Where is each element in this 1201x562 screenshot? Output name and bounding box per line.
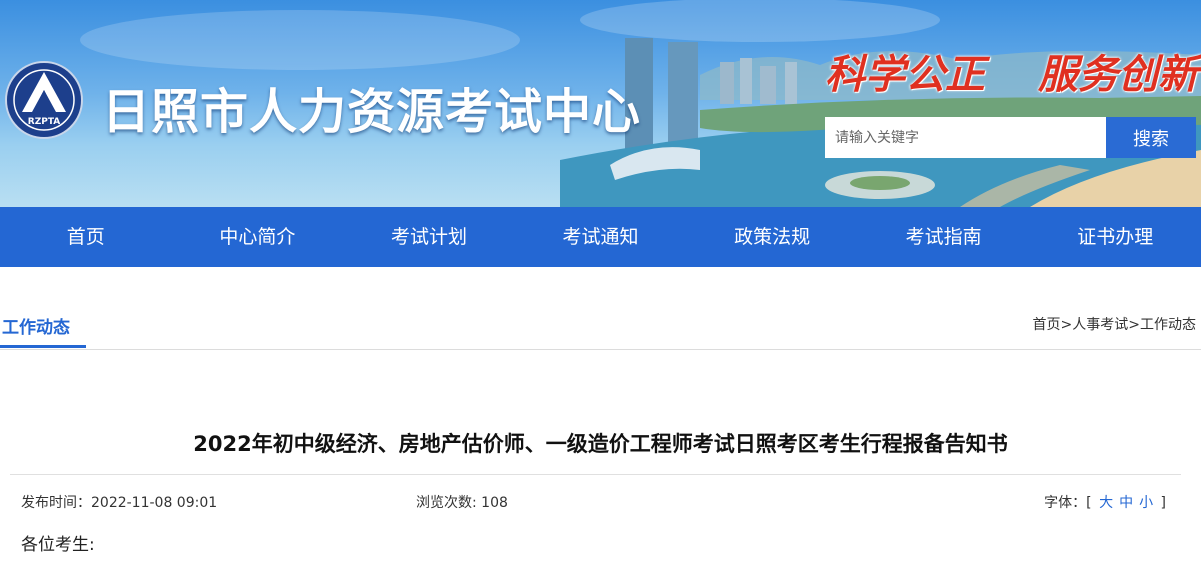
font-large-button[interactable]: 大 — [1099, 495, 1113, 511]
slogan-right: 服务创新 — [1038, 51, 1198, 98]
nav-item-exam-notice[interactable]: 考试通知 — [515, 207, 687, 267]
breadcrumb-home[interactable]: 首页 — [1033, 317, 1061, 333]
nav-item-exam-guide[interactable]: 考试指南 — [858, 207, 1030, 267]
breadcrumb: 首页>人事考试>工作动态 — [1033, 314, 1196, 334]
site-title: 日照市人力资源考试中心 — [102, 84, 642, 140]
font-medium-button[interactable]: 中 — [1119, 495, 1133, 511]
font-size-switcher: 字体：[ 大中小 ] — [1044, 492, 1166, 512]
rzpta-logo: RZPTA — [5, 61, 83, 139]
nav-item-certificate[interactable]: 证书办理 — [1029, 207, 1201, 267]
greeting-text: 各位考生: — [21, 535, 95, 555]
logo-text: RZPTA — [28, 117, 60, 127]
publish-label: 发布时间： — [21, 495, 91, 511]
publish-time: 2022-11-08 09:01 — [91, 495, 218, 511]
font-label: 字体： — [1044, 495, 1087, 511]
publish-info: 发布时间：2022-11-08 09:01 — [21, 492, 217, 512]
header-banner: RZPTA 日照市人力资源考试中心 科学公正 服务创新 搜索 — [0, 0, 1201, 207]
nav-item-exam-plan[interactable]: 考试计划 — [343, 207, 515, 267]
article-title: 2022年初中级经济、房地产估价师、一级造价工程师考试日照考区考生行程报备告知书 — [193, 432, 1008, 456]
search-button[interactable]: 搜索 — [1106, 117, 1196, 158]
main-nav: 首页 中心简介 考试计划 考试通知 政策法规 考试指南 证书办理 — [0, 207, 1201, 267]
breadcrumb-exams[interactable]: 人事考试 — [1072, 317, 1128, 333]
nav-item-home[interactable]: 首页 — [0, 207, 172, 267]
font-bracket-open: [ — [1086, 495, 1092, 511]
search-bar: 搜索 — [825, 117, 1196, 158]
breadcrumb-current[interactable]: 工作动态 — [1140, 317, 1196, 333]
views-label: 浏览次数: — [416, 495, 482, 511]
nav-item-about[interactable]: 中心简介 — [172, 207, 344, 267]
font-bracket-close: ] — [1160, 495, 1166, 511]
font-small-button[interactable]: 小 — [1139, 495, 1153, 511]
section-title: 工作动态 — [2, 318, 70, 338]
breadcrumb-separator: > — [1060, 317, 1073, 333]
views-value: 108 — [481, 495, 508, 511]
search-input[interactable] — [825, 117, 1106, 158]
breadcrumb-separator: > — [1128, 317, 1140, 333]
section-header: 工作动态 首页>人事考试>工作动态 — [0, 267, 1201, 350]
slogan-left: 科学公正 — [825, 51, 985, 98]
section-underline — [0, 345, 86, 348]
view-count: 浏览次数: 108 — [416, 492, 508, 512]
title-divider — [10, 474, 1181, 475]
nav-item-policy[interactable]: 政策法规 — [686, 207, 858, 267]
